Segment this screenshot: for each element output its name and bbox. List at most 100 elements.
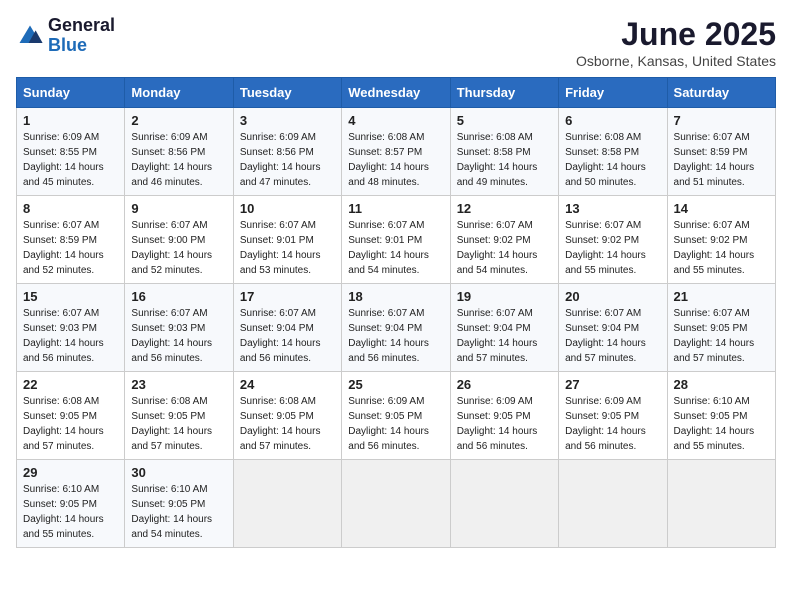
calendar-day-cell: 1Sunrise: 6:09 AMSunset: 8:55 PMDaylight… bbox=[17, 108, 125, 196]
calendar-day-cell: 15Sunrise: 6:07 AMSunset: 9:03 PMDayligh… bbox=[17, 284, 125, 372]
day-sun-info: Sunrise: 6:07 AMSunset: 9:04 PMDaylight:… bbox=[348, 306, 443, 366]
day-sun-info: Sunrise: 6:10 AMSunset: 9:05 PMDaylight:… bbox=[674, 394, 769, 454]
day-sun-info: Sunrise: 6:09 AMSunset: 8:56 PMDaylight:… bbox=[131, 130, 226, 190]
calendar-day-cell: 20 Sunrise: 6:07 AMSunset: 9:04 PMDayligh… bbox=[559, 284, 667, 372]
calendar-day-cell: 12 Sunrise: 6:07 AMSunset: 9:02 PMDayligh… bbox=[450, 196, 558, 284]
calendar-day-cell: 19 Sunrise: 6:07 AMSunset: 9:04 PMDayligh… bbox=[450, 284, 558, 372]
calendar-week-row: 29 Sunrise: 6:10 AMSunset: 9:05 PMDayligh… bbox=[17, 460, 776, 548]
day-number: 28 bbox=[674, 377, 769, 392]
day-sun-info: Sunrise: 6:09 AMSunset: 9:05 PMDaylight:… bbox=[565, 394, 660, 454]
title-block: June 2025 Osborne, Kansas, United States bbox=[576, 16, 776, 69]
day-sun-info: Sunrise: 6:07 AMSunset: 9:04 PMDaylight:… bbox=[457, 306, 552, 366]
calendar-day-cell bbox=[559, 460, 667, 548]
day-sun-info: Sunrise: 6:07 AMSunset: 9:02 PMDaylight:… bbox=[565, 218, 660, 278]
day-sun-info: Sunrise: 6:08 AMSunset: 9:05 PMDaylight:… bbox=[240, 394, 335, 454]
day-sun-info: Sunrise: 6:07 AMSunset: 9:02 PMDaylight:… bbox=[457, 218, 552, 278]
day-sun-info: Sunrise: 6:07 AMSunset: 9:03 PMDaylight:… bbox=[23, 306, 118, 366]
day-number: 30 bbox=[131, 465, 226, 480]
calendar-day-cell: 17 Sunrise: 6:07 AMSunset: 9:04 PMDayligh… bbox=[233, 284, 341, 372]
calendar-day-cell: 9Sunrise: 6:07 AMSunset: 9:00 PMDaylight… bbox=[125, 196, 233, 284]
logo-text-general: General bbox=[48, 16, 115, 36]
weekday-header: Monday bbox=[125, 78, 233, 108]
calendar-day-cell: 30 Sunrise: 6:10 AMSunset: 9:05 PMDayligh… bbox=[125, 460, 233, 548]
day-sun-info: Sunrise: 6:09 AMSunset: 8:55 PMDaylight:… bbox=[23, 130, 118, 190]
day-sun-info: Sunrise: 6:09 AMSunset: 9:05 PMDaylight:… bbox=[348, 394, 443, 454]
day-number: 16 bbox=[131, 289, 226, 304]
logo-icon bbox=[16, 22, 44, 50]
day-sun-info: Sunrise: 6:09 AMSunset: 9:05 PMDaylight:… bbox=[457, 394, 552, 454]
day-sun-info: Sunrise: 6:08 AMSunset: 8:58 PMDaylight:… bbox=[457, 130, 552, 190]
calendar-day-cell: 8 Sunrise: 6:07 AMSunset: 8:59 PMDaylight… bbox=[17, 196, 125, 284]
day-number: 13 bbox=[565, 201, 660, 216]
day-number: 8 bbox=[23, 201, 118, 216]
day-number: 21 bbox=[674, 289, 769, 304]
day-number: 11 bbox=[348, 201, 443, 216]
calendar-table: SundayMondayTuesdayWednesdayThursdayFrid… bbox=[16, 77, 776, 548]
calendar-day-cell: 26 Sunrise: 6:09 AMSunset: 9:05 PMDayligh… bbox=[450, 372, 558, 460]
calendar-day-cell: 29 Sunrise: 6:10 AMSunset: 9:05 PMDayligh… bbox=[17, 460, 125, 548]
day-number: 18 bbox=[348, 289, 443, 304]
day-sun-info: Sunrise: 6:07 AMSunset: 9:02 PMDaylight:… bbox=[674, 218, 769, 278]
calendar-day-cell bbox=[667, 460, 775, 548]
day-number: 29 bbox=[23, 465, 118, 480]
day-number: 4 bbox=[348, 113, 443, 128]
day-number: 22 bbox=[23, 377, 118, 392]
day-number: 14 bbox=[674, 201, 769, 216]
calendar-day-cell: 21Sunrise: 6:07 AMSunset: 9:05 PMDayligh… bbox=[667, 284, 775, 372]
calendar-day-cell: 5 Sunrise: 6:08 AMSunset: 8:58 PMDaylight… bbox=[450, 108, 558, 196]
calendar-day-cell bbox=[450, 460, 558, 548]
calendar-day-cell: 24 Sunrise: 6:08 AMSunset: 9:05 PMDayligh… bbox=[233, 372, 341, 460]
day-number: 5 bbox=[457, 113, 552, 128]
calendar-day-cell: 14 Sunrise: 6:07 AMSunset: 9:02 PMDayligh… bbox=[667, 196, 775, 284]
calendar-day-cell: 13 Sunrise: 6:07 AMSunset: 9:02 PMDayligh… bbox=[559, 196, 667, 284]
day-number: 17 bbox=[240, 289, 335, 304]
day-number: 7 bbox=[674, 113, 769, 128]
day-number: 27 bbox=[565, 377, 660, 392]
day-sun-info: Sunrise: 6:07 AMSunset: 9:04 PMDaylight:… bbox=[240, 306, 335, 366]
day-number: 2 bbox=[131, 113, 226, 128]
day-sun-info: Sunrise: 6:07 AMSunset: 9:01 PMDaylight:… bbox=[348, 218, 443, 278]
day-sun-info: Sunrise: 6:08 AMSunset: 8:57 PMDaylight:… bbox=[348, 130, 443, 190]
day-number: 9 bbox=[131, 201, 226, 216]
day-number: 19 bbox=[457, 289, 552, 304]
calendar-day-cell: 27 Sunrise: 6:09 AMSunset: 9:05 PMDayligh… bbox=[559, 372, 667, 460]
day-sun-info: Sunrise: 6:09 AMSunset: 8:56 PMDaylight:… bbox=[240, 130, 335, 190]
calendar-day-cell: 4 Sunrise: 6:08 AMSunset: 8:57 PMDaylight… bbox=[342, 108, 450, 196]
page-header: General Blue June 2025 Osborne, Kansas, … bbox=[16, 16, 776, 69]
calendar-day-cell: 10 Sunrise: 6:07 AMSunset: 9:01 PMDayligh… bbox=[233, 196, 341, 284]
calendar-day-cell: 23 Sunrise: 6:08 AMSunset: 9:05 PMDayligh… bbox=[125, 372, 233, 460]
day-number: 26 bbox=[457, 377, 552, 392]
calendar-day-cell: 28 Sunrise: 6:10 AMSunset: 9:05 PMDayligh… bbox=[667, 372, 775, 460]
calendar-week-row: 15Sunrise: 6:07 AMSunset: 9:03 PMDayligh… bbox=[17, 284, 776, 372]
calendar-week-row: 8 Sunrise: 6:07 AMSunset: 8:59 PMDaylight… bbox=[17, 196, 776, 284]
day-number: 25 bbox=[348, 377, 443, 392]
calendar-day-cell bbox=[342, 460, 450, 548]
calendar-day-cell: 6Sunrise: 6:08 AMSunset: 8:58 PMDaylight… bbox=[559, 108, 667, 196]
logo: General Blue bbox=[16, 16, 115, 56]
calendar-day-cell: 16 Sunrise: 6:07 AMSunset: 9:03 PMDayligh… bbox=[125, 284, 233, 372]
calendar-day-cell: 7 Sunrise: 6:07 AMSunset: 8:59 PMDaylight… bbox=[667, 108, 775, 196]
day-number: 6 bbox=[565, 113, 660, 128]
day-sun-info: Sunrise: 6:10 AMSunset: 9:05 PMDaylight:… bbox=[23, 482, 118, 542]
day-number: 24 bbox=[240, 377, 335, 392]
day-number: 23 bbox=[131, 377, 226, 392]
day-number: 12 bbox=[457, 201, 552, 216]
weekday-header: Wednesday bbox=[342, 78, 450, 108]
day-sun-info: Sunrise: 6:07 AMSunset: 9:03 PMDaylight:… bbox=[131, 306, 226, 366]
weekday-header: Tuesday bbox=[233, 78, 341, 108]
day-sun-info: Sunrise: 6:07 AMSunset: 9:01 PMDaylight:… bbox=[240, 218, 335, 278]
day-number: 10 bbox=[240, 201, 335, 216]
day-sun-info: Sunrise: 6:07 AMSunset: 9:04 PMDaylight:… bbox=[565, 306, 660, 366]
day-sun-info: Sunrise: 6:07 AMSunset: 8:59 PMDaylight:… bbox=[674, 130, 769, 190]
day-sun-info: Sunrise: 6:08 AMSunset: 9:05 PMDaylight:… bbox=[131, 394, 226, 454]
weekday-header: Saturday bbox=[667, 78, 775, 108]
day-sun-info: Sunrise: 6:07 AMSunset: 8:59 PMDaylight:… bbox=[23, 218, 118, 278]
day-sun-info: Sunrise: 6:10 AMSunset: 9:05 PMDaylight:… bbox=[131, 482, 226, 542]
day-sun-info: Sunrise: 6:08 AMSunset: 9:05 PMDaylight:… bbox=[23, 394, 118, 454]
weekday-header-row: SundayMondayTuesdayWednesdayThursdayFrid… bbox=[17, 78, 776, 108]
calendar-week-row: 22 Sunrise: 6:08 AMSunset: 9:05 PMDayligh… bbox=[17, 372, 776, 460]
weekday-header: Friday bbox=[559, 78, 667, 108]
day-number: 20 bbox=[565, 289, 660, 304]
calendar-day-cell: 2 Sunrise: 6:09 AMSunset: 8:56 PMDaylight… bbox=[125, 108, 233, 196]
calendar-day-cell: 25 Sunrise: 6:09 AMSunset: 9:05 PMDayligh… bbox=[342, 372, 450, 460]
